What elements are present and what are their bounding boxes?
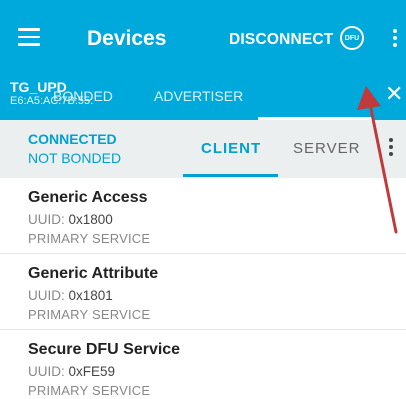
connection-status-bar: CONNECTED NOT BONDED CLIENT SERVER: [0, 120, 406, 178]
bond-state: NOT BONDED: [28, 150, 122, 166]
service-uuid: UUID: 0x1801: [28, 288, 113, 303]
connection-state: CONNECTED: [28, 131, 117, 147]
service-type: PRIMARY SERVICE: [28, 231, 151, 246]
service-name: Secure DFU Service: [28, 341, 181, 358]
hamburger-menu-icon[interactable]: [18, 28, 40, 46]
app-toolbar: Devices DISCONNECT DFU: [0, 0, 406, 80]
status-more-vert-icon[interactable]: [389, 138, 393, 159]
device-name: TG_UPD: [10, 79, 67, 95]
service-uuid: UUID: 0xFE59: [28, 364, 116, 379]
service-name: Generic Attribute: [28, 265, 159, 282]
service-uuid: UUID: 0x1800: [28, 212, 113, 227]
page-title: Devices: [87, 27, 167, 50]
disconnect-button[interactable]: DISCONNECT: [229, 31, 333, 49]
device-tabs: BONDED ADVERTISER TG_UPD E6:A5:AC:7B:55:…: [0, 74, 406, 120]
service-item[interactable]: Generic Access UUID: 0x1800 PRIMARY SERV…: [0, 178, 406, 254]
service-item[interactable]: Secure DFU Service UUID: 0xFE59 PRIMARY …: [0, 330, 406, 399]
client-tab-indicator: [183, 174, 278, 177]
service-item[interactable]: Generic Attribute UUID: 0x1801 PRIMARY S…: [0, 254, 406, 330]
dfu-icon[interactable]: DFU: [340, 26, 364, 50]
service-name: Generic Access: [28, 189, 148, 206]
device-address: E6:A5:AC:7B:55:: [10, 95, 94, 107]
tab-advertiser[interactable]: ADVERTISER: [154, 88, 243, 104]
tab-client[interactable]: CLIENT: [201, 140, 261, 157]
service-type: PRIMARY SERVICE: [28, 307, 151, 322]
more-vert-icon[interactable]: [393, 29, 397, 50]
service-type: PRIMARY SERVICE: [28, 383, 151, 398]
close-icon[interactable]: ✕: [385, 83, 403, 105]
tab-server[interactable]: SERVER: [293, 140, 360, 157]
service-list: Generic Access UUID: 0x1800 PRIMARY SERV…: [0, 178, 406, 399]
